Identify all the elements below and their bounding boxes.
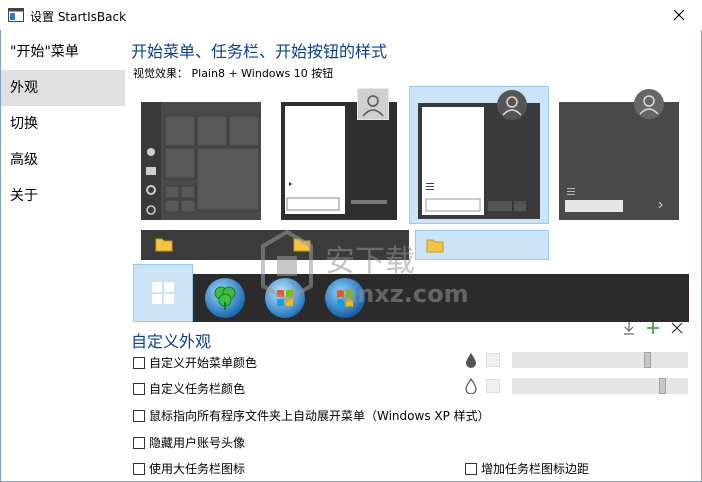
watermark-text: 安下载	[325, 244, 415, 279]
option-label: 鼠标指向所有程序文件夹上自动展开菜单（Windows XP 样式）	[149, 409, 490, 423]
option-large-taskbar-icons[interactable]: 使用大任务栏图标	[133, 460, 245, 477]
option-label: 自定义任务栏颜色	[149, 382, 246, 396]
style-tile-windows-8[interactable]	[557, 86, 689, 224]
folder-icon	[293, 238, 311, 252]
download-icon[interactable]	[621, 320, 637, 336]
checkbox[interactable]	[465, 462, 477, 475]
windows-10-menu-preview	[141, 102, 261, 220]
title-bar: 设置 StartIsBack	[0, 0, 702, 30]
sidebar-item-start-menu[interactable]: "开始"菜单	[1, 34, 125, 70]
option-label: 隐藏用户账号头像	[149, 436, 246, 450]
app-icon	[8, 8, 24, 22]
watermark-domain: anxz.com	[341, 280, 469, 308]
checkbox[interactable]	[133, 409, 145, 422]
option-taskbar-icon-padding[interactable]: 增加任务栏图标边距	[465, 460, 589, 477]
custom-appearance-heading: 自定义外观	[131, 332, 212, 351]
start-button-windows-7[interactable]	[265, 278, 305, 318]
folder-icon	[155, 238, 173, 252]
add-icon[interactable]	[645, 320, 661, 336]
slider-thumb[interactable]	[659, 378, 666, 394]
sidebar-item-advanced[interactable]: 高级	[1, 142, 125, 178]
style-tile-windows-7[interactable]	[277, 86, 401, 224]
checkbox[interactable]	[133, 356, 145, 369]
remove-icon[interactable]	[669, 320, 685, 336]
start-button-windows-10[interactable]	[133, 264, 193, 322]
sidebar-item-switch[interactable]: 切换	[1, 106, 125, 142]
main-panel: 开始菜单、任务栏、开始按钮的样式 视觉效果： Plain8 + Windows …	[125, 30, 701, 481]
taskbar-preview-selected[interactable]	[415, 230, 549, 260]
visual-effect-label: 视觉效果：	[133, 67, 188, 80]
window-title: 设置 StartIsBack	[30, 10, 127, 24]
checkbox[interactable]	[133, 462, 145, 475]
close-button[interactable]	[656, 0, 702, 30]
option-custom-taskbar-color[interactable]: 自定义任务栏颜色	[133, 380, 245, 397]
option-label: 使用大任务栏图标	[149, 462, 246, 476]
option-custom-start-color[interactable]: 自定义开始菜单颜色	[133, 354, 257, 371]
page-title: 开始菜单、任务栏、开始按钮的样式	[131, 42, 388, 61]
sidebar: "开始"菜单 外观 切换 高级 关于	[1, 30, 125, 481]
option-label: 自定义开始菜单颜色	[149, 356, 258, 370]
start-color-slider[interactable]	[512, 352, 688, 368]
filled-drop-icon	[466, 353, 476, 368]
option-auto-expand-folders[interactable]: 鼠标指向所有程序文件夹上自动展开菜单（Windows XP 样式）	[133, 407, 490, 424]
option-label: 增加任务栏图标边距	[481, 462, 590, 476]
taskbar-color-slider[interactable]	[512, 378, 688, 394]
sidebar-item-about[interactable]: 关于	[1, 178, 125, 214]
style-tile-plain8[interactable]	[409, 86, 549, 224]
sidebar-item-appearance[interactable]: 外观	[1, 70, 125, 106]
start-button-clover[interactable]	[205, 278, 245, 318]
avatar-icon	[497, 90, 527, 120]
folder-icon	[426, 239, 444, 253]
windows-7-orb-icon	[277, 290, 293, 306]
style-tile-windows-10[interactable]	[135, 86, 267, 224]
outline-drop-icon	[465, 378, 477, 394]
avatar-icon	[357, 88, 389, 120]
windows-10-logo-icon	[152, 282, 174, 304]
slider-thumb[interactable]	[644, 352, 651, 368]
start-color-swatch[interactable]	[486, 353, 500, 367]
close-icon	[673, 9, 685, 21]
checkbox[interactable]	[133, 436, 145, 449]
option-hide-user-avatar[interactable]: 隐藏用户账号头像	[133, 434, 245, 451]
checkbox[interactable]	[133, 382, 145, 395]
avatar-icon	[634, 89, 664, 119]
visual-effect-line: 视觉效果： Plain8 + Windows 10 按钮	[133, 65, 333, 81]
clover-orb-icon	[214, 286, 236, 310]
visual-effect-value: Plain8 + Windows 10 按钮	[191, 67, 334, 80]
taskbar-color-swatch[interactable]	[486, 379, 500, 393]
